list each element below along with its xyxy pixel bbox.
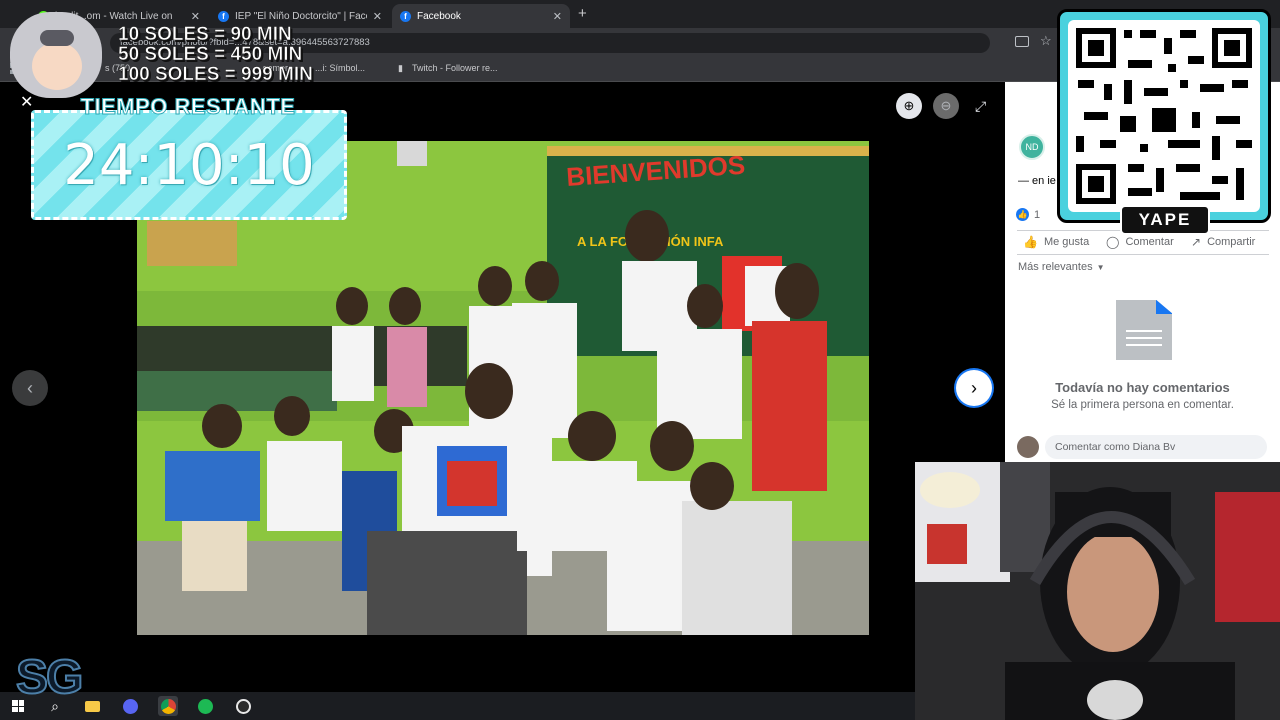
facebook-icon: f	[400, 10, 411, 22]
koala-avatar-sticker	[10, 12, 102, 98]
fullscreen-icon[interactable]: ⤢	[975, 98, 986, 115]
obs-icon[interactable]	[233, 696, 253, 716]
comment-label: Comentar	[1125, 236, 1174, 248]
webcam-feed	[915, 462, 1280, 720]
tab-facebook[interactable]: f Facebook ✕	[392, 4, 570, 28]
discord-icon[interactable]	[120, 696, 140, 716]
folder-icon[interactable]	[82, 696, 102, 716]
page-avatar[interactable]: ND	[1019, 134, 1045, 160]
next-photo-button[interactable]: ›	[956, 370, 992, 406]
share-icon: ↗	[1191, 235, 1202, 249]
viewer-close-button[interactable]: ✕	[20, 92, 33, 112]
chevron-down-icon: ▼	[1096, 262, 1105, 272]
empty-comments-title: Todavía no hay comentarios	[1055, 380, 1230, 395]
share-button[interactable]: ↗ Compartir	[1191, 235, 1255, 249]
webcam-illustration	[915, 462, 1280, 720]
windows-taskbar: ⌕	[0, 692, 915, 720]
sort-label: Más relevantes	[1018, 261, 1093, 273]
facebook-icon: f	[218, 10, 229, 22]
divider	[1017, 254, 1269, 255]
document-icon	[1116, 300, 1172, 360]
timer-label: TIEMPO RESTANTE	[80, 94, 296, 120]
price-line: 100 SOLES = 999 MIN	[118, 64, 313, 86]
spotify-icon[interactable]	[195, 696, 215, 716]
tab-close-icon[interactable]: ✕	[553, 10, 562, 23]
sort-comments-dropdown[interactable]: Más relevantes ▼	[1018, 261, 1105, 273]
price-line: 10 SOLES = 90 MIN	[118, 24, 292, 46]
tab-title: IEP "El Niño Doctorcito" | Faceb	[235, 10, 367, 22]
new-tab-button[interactable]: +	[578, 5, 587, 22]
zoom-in-icon[interactable]: ⊕	[896, 93, 922, 119]
avatar	[1017, 436, 1039, 458]
like-reaction-icon: 👍	[1016, 208, 1029, 221]
bookmark-twitch-icon: ▮	[398, 63, 403, 73]
like-label: Me gusta	[1043, 236, 1090, 248]
post-text: — en ie	[1018, 175, 1056, 187]
tab-close-icon[interactable]: ✕	[373, 10, 382, 23]
countdown-timer: 24:10:10	[63, 133, 315, 198]
comment-icon: ◯	[1106, 235, 1120, 249]
zoom-out-icon[interactable]: ⊖	[933, 93, 959, 119]
comment-button[interactable]: ◯ Comentar	[1106, 235, 1174, 249]
tab-close-icon[interactable]: ✕	[191, 10, 200, 23]
qr-code	[1068, 20, 1260, 212]
empty-comments-subtitle: Sé la primera persona en comentar.	[1051, 399, 1234, 411]
like-button[interactable]: 👍 Me gusta	[1023, 235, 1089, 249]
bookmark-item[interactable]: ...i: Símbol...	[315, 63, 365, 73]
bookmark-item[interactable]: Twitch - Follower re...	[412, 63, 498, 73]
bookmark-star-icon[interactable]: ☆	[1040, 33, 1052, 49]
yape-qr-frame	[1057, 9, 1271, 223]
thumbs-up-icon: 👍	[1023, 235, 1038, 249]
previous-photo-button[interactable]: ‹	[12, 370, 48, 406]
sg-logo: SG	[15, 650, 84, 705]
share-label: Compartir	[1207, 236, 1256, 248]
reaction-count[interactable]: 1	[1034, 209, 1040, 221]
comment-input[interactable]: Comentar como Diana Bv	[1045, 435, 1267, 459]
price-line: 50 SOLES = 450 MIN	[118, 44, 303, 66]
chrome-icon[interactable]	[158, 696, 178, 716]
yape-label: YAPE	[1120, 205, 1210, 235]
cast-icon[interactable]	[1015, 36, 1029, 47]
tab-title: Facebook	[417, 10, 461, 22]
